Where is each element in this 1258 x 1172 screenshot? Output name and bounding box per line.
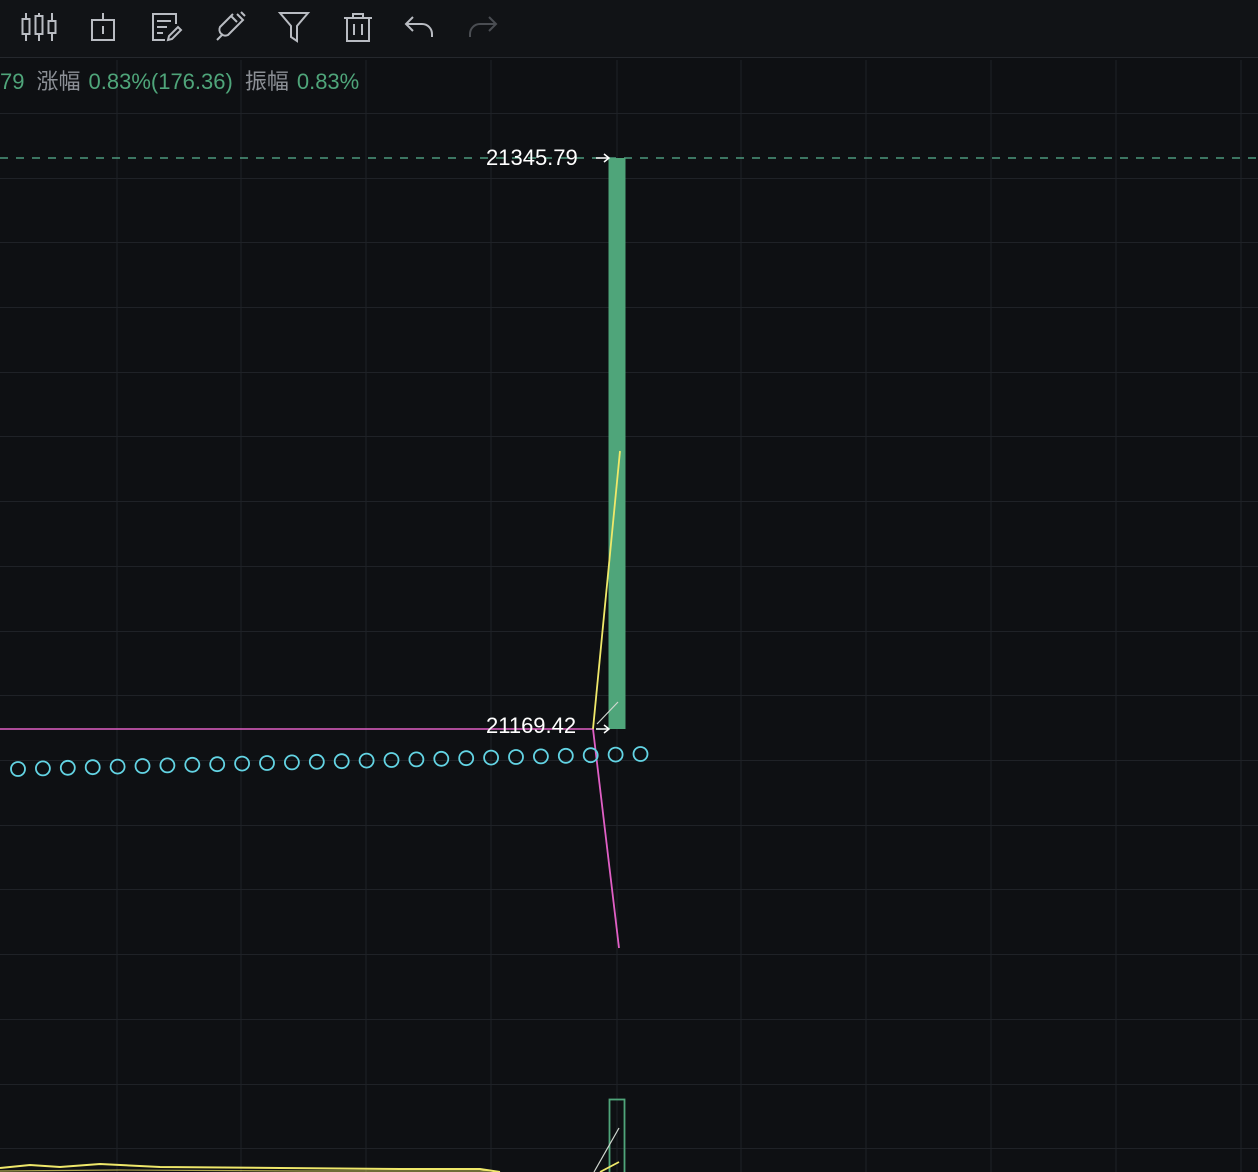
prev-value-fragment: 79 xyxy=(0,69,25,94)
high-price-label: 21345.79 xyxy=(486,145,578,170)
price-chart[interactable] xyxy=(0,0,1258,1172)
trading-chart-app: 79 涨幅 0.83%(176.36) 振幅 0.83% 21345.79 21169.… xyxy=(0,0,1258,1172)
chart-grid xyxy=(0,60,1258,1172)
sar-circle-point xyxy=(533,748,549,765)
sar-circle-point xyxy=(433,750,450,767)
sar-circle-point xyxy=(234,755,251,772)
ohlc-info-line: 79 涨幅 0.83%(176.36) 振幅 0.83% xyxy=(0,66,359,98)
sar-circle-point xyxy=(209,756,226,773)
sar-circle-point xyxy=(308,753,325,770)
sar-circle-point xyxy=(10,761,26,777)
change-value: 0.83%(176.36) xyxy=(88,69,233,94)
sar-circle-point xyxy=(458,750,475,767)
amplitude-label: 振幅 xyxy=(244,69,289,94)
sar-circle-point xyxy=(134,758,151,774)
sar-circle-point xyxy=(283,754,300,771)
sar-circle-point xyxy=(408,751,425,768)
volume-average-line xyxy=(0,1169,490,1172)
low-price-label: 21169.42 xyxy=(486,713,577,738)
sar-circle-point xyxy=(508,749,524,765)
sar-circle-point xyxy=(184,756,201,773)
sar-circle-point xyxy=(59,759,76,776)
amplitude-value: 0.83% xyxy=(296,69,360,94)
sar-circle-point xyxy=(333,753,350,770)
up-candle-body xyxy=(608,158,626,729)
sar-circle-point xyxy=(35,760,51,777)
change-label: 涨幅 xyxy=(36,69,81,94)
sar-circle-point xyxy=(607,746,624,763)
sar-circle-point xyxy=(109,758,126,775)
sar-circle-point xyxy=(632,746,649,762)
sar-circle-point xyxy=(84,759,101,776)
volume-indicator-line xyxy=(593,1127,620,1172)
sar-circle-point xyxy=(259,755,275,771)
